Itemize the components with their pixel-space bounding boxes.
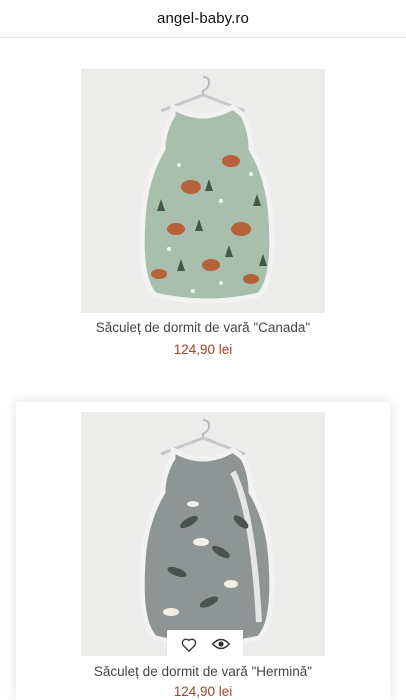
product-price: 124,90 lei (173, 342, 233, 357)
heart-icon (181, 638, 197, 652)
quickview-button[interactable] (210, 633, 232, 655)
product-image[interactable] (81, 69, 325, 313)
wishlist-button[interactable] (178, 633, 200, 655)
product-card[interactable]: Săculeț de dormit de vară "Hermină" 124,… (16, 402, 390, 700)
site-title[interactable]: angel-baby.ro (157, 10, 249, 27)
product-name[interactable]: Săculeț de dormit de vară "Canada" (0, 320, 406, 335)
product-image[interactable] (81, 412, 325, 656)
product-price: 124,90 lei (173, 684, 233, 699)
eye-icon (212, 638, 230, 650)
product-card[interactable]: Săculeț de dormit de vară "Canada" 124,9… (0, 38, 406, 378)
site-header: angel-baby.ro (0, 0, 406, 38)
product-actions (167, 630, 243, 656)
product-name[interactable]: Săculeț de dormit de vară "Hermină" (16, 664, 390, 679)
